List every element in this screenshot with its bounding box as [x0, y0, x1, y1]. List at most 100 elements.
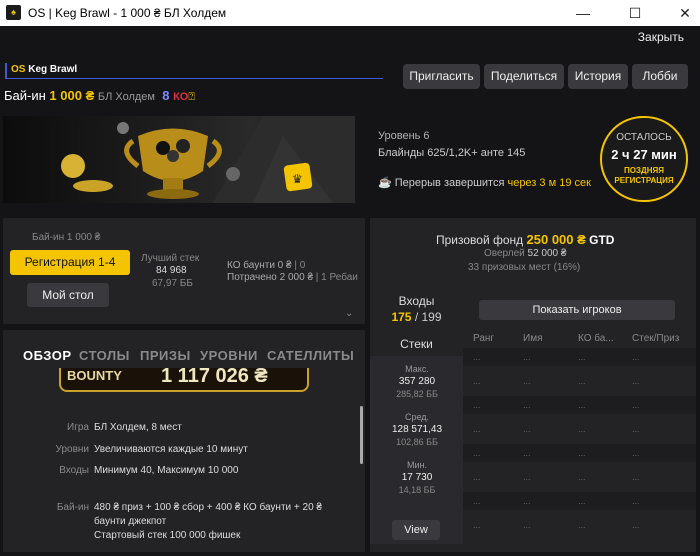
entries-label: Входы	[398, 294, 435, 308]
cell-stack: ...	[632, 400, 640, 410]
overlay-label: Оверлей	[484, 248, 525, 259]
minimize-button[interactable]: —	[560, 0, 606, 26]
overlay: Оверлей 52 000 ₴	[484, 248, 566, 259]
tab-satellites[interactable]: САТЕЛЛИТЫ	[267, 348, 354, 363]
cell-ko: ...	[578, 520, 586, 530]
view-button[interactable]: View	[392, 520, 440, 540]
ko-badge: КО	[173, 91, 189, 103]
best-stack-value: 84 968	[156, 265, 187, 276]
close-window-button[interactable]: ✕	[662, 0, 700, 26]
blinds-label: Блайнды 625/1,2K+ анте 145	[378, 147, 526, 159]
cell-ko: ...	[578, 376, 586, 386]
detail-value: Увеличиваются каждые 10 минут	[94, 444, 248, 455]
detail-key: Уровни	[55, 444, 89, 455]
cell-rank: ...	[473, 352, 481, 362]
ko-bounty: КО баунти 0 ₴	[227, 260, 292, 271]
buyin-label: Бай-ин	[4, 88, 46, 103]
overview-panel: ОБЗОР СТОЛЫ ПРИЗЫ УРОВНИ САТЕЛЛИТЫ BOUNT…	[3, 330, 365, 552]
col-name[interactable]: Имя	[523, 333, 542, 344]
show-players-button[interactable]: Показать игроков	[479, 300, 675, 320]
cell-name: ...	[523, 400, 531, 410]
cell-rank: ...	[473, 448, 481, 458]
min-stack-value: 17 730	[401, 472, 433, 483]
cell-name: ...	[523, 424, 531, 434]
cell-rank: ...	[473, 424, 481, 434]
min-stack-label: Мин.	[407, 460, 427, 470]
cell-name: ...	[523, 376, 531, 386]
entries-total: / 199	[414, 310, 442, 324]
cell-ko: ...	[578, 424, 586, 434]
chevron-down-icon[interactable]: ⌄	[345, 308, 353, 319]
cell-ko: ...	[578, 496, 586, 506]
cell-rank: ...	[473, 520, 481, 530]
avg-stack-bb: 102,86 ББ	[396, 437, 438, 447]
svg-text:♛: ♛	[292, 172, 303, 186]
cell-stack: ...	[632, 520, 640, 530]
detail-value: баунти джекпот	[94, 516, 167, 527]
cell-rank: ...	[473, 472, 481, 482]
gtd-label: GTD	[589, 233, 615, 247]
scrollbar[interactable]	[360, 406, 363, 464]
detail-value: Стартовый стек 100 000 фишек	[94, 530, 241, 541]
tab-prizes[interactable]: ПРИЗЫ	[140, 348, 191, 363]
tab-tables[interactable]: СТОЛЫ	[79, 348, 130, 363]
col-ko[interactable]: КО ба...	[578, 333, 614, 344]
late-reg-label-2: РЕГИСТРАЦИЯ	[614, 176, 674, 185]
table-row[interactable]: ............	[463, 444, 696, 462]
buyin-line: Бай-ин 1 000 ₴ БЛ Холдем 8 КО⍰	[4, 88, 195, 104]
table-row[interactable]: ............	[463, 348, 696, 366]
reg-buyin: Бай-ин 1 000 ₴	[32, 232, 101, 243]
brand-os: OS	[11, 64, 26, 75]
brand-name: Keg Brawl	[28, 64, 78, 75]
entries-count: 175 / 199	[370, 310, 463, 324]
share-button[interactable]: Поделиться	[484, 64, 564, 89]
col-rank[interactable]: Ранг	[473, 333, 494, 344]
app-logo-icon: ♠	[6, 5, 21, 20]
cell-stack: ...	[632, 352, 640, 362]
history-button[interactable]: История	[568, 64, 628, 89]
table-row[interactable]: ............	[463, 492, 696, 510]
ko-count: 8	[162, 88, 170, 103]
table-row[interactable]: ............	[463, 420, 696, 438]
break-time: через 3 м 19 сек	[507, 177, 591, 189]
col-stack[interactable]: Стек/Приз	[632, 333, 679, 344]
window-titlebar: ♠ OS | Keg Brawl - 1 000 ₴ БЛ Холдем — ☐…	[0, 0, 700, 26]
register-button[interactable]: Регистрация 1-4	[10, 250, 130, 275]
players-table-header: Ранг Имя КО ба... Стек/Приз	[463, 330, 696, 348]
cell-stack: ...	[632, 424, 640, 434]
cell-ko: ...	[578, 448, 586, 458]
coffee-icon: ☕	[378, 177, 392, 189]
stacks-stats: Макс. 357 280 285,82 ББ Сред. 128 571,43…	[370, 356, 463, 544]
close-link[interactable]: Закрыть	[638, 30, 684, 44]
lobby-button[interactable]: Лобби	[632, 64, 688, 89]
cell-stack: ...	[632, 448, 640, 458]
bounty-banner: BOUNTY 1 117 026 ₴	[59, 368, 309, 392]
table-row[interactable]: ............	[463, 468, 696, 486]
tab-overview[interactable]: ОБЗОР	[23, 348, 72, 363]
stacks-label: Стеки	[400, 337, 433, 351]
avg-stack-label: Сред.	[404, 412, 430, 422]
table-row[interactable]: ............	[463, 372, 696, 390]
detail-value: 480 ₴ приз + 100 ₴ сбор + 400 ₴ КО баунт…	[94, 502, 322, 513]
table-row[interactable]: ............	[463, 396, 696, 414]
maximize-button[interactable]: ☐	[612, 0, 658, 26]
break-label: Перерыв завершится	[394, 177, 505, 189]
buyin-amount: 1 000 ₴	[49, 88, 95, 103]
invite-button[interactable]: Пригласить	[403, 64, 480, 89]
min-stack-bb: 14,18 ББ	[398, 485, 436, 495]
prize-label: Призовой фонд	[436, 233, 524, 247]
detail-key: Игра	[67, 422, 89, 433]
my-table-button[interactable]: Мой стол	[27, 283, 109, 307]
close-bar: Закрыть	[0, 26, 700, 46]
table-row[interactable]: ............	[463, 516, 696, 534]
cell-name: ...	[523, 472, 531, 482]
detail-value: Минимум 40, Максимум 10 000	[94, 465, 239, 476]
rebuy-count: 1 Ребаи	[321, 272, 358, 283]
tab-levels[interactable]: УРОВНИ	[200, 348, 258, 363]
players-table: ............ ............ ............ .…	[463, 348, 696, 543]
cell-rank: ...	[473, 496, 481, 506]
late-reg-label-1: ПОЗДНЯЯ	[624, 166, 664, 175]
detail-key: Бай-ин	[56, 502, 89, 513]
cell-stack: ...	[632, 472, 640, 482]
cell-stack: ...	[632, 496, 640, 506]
